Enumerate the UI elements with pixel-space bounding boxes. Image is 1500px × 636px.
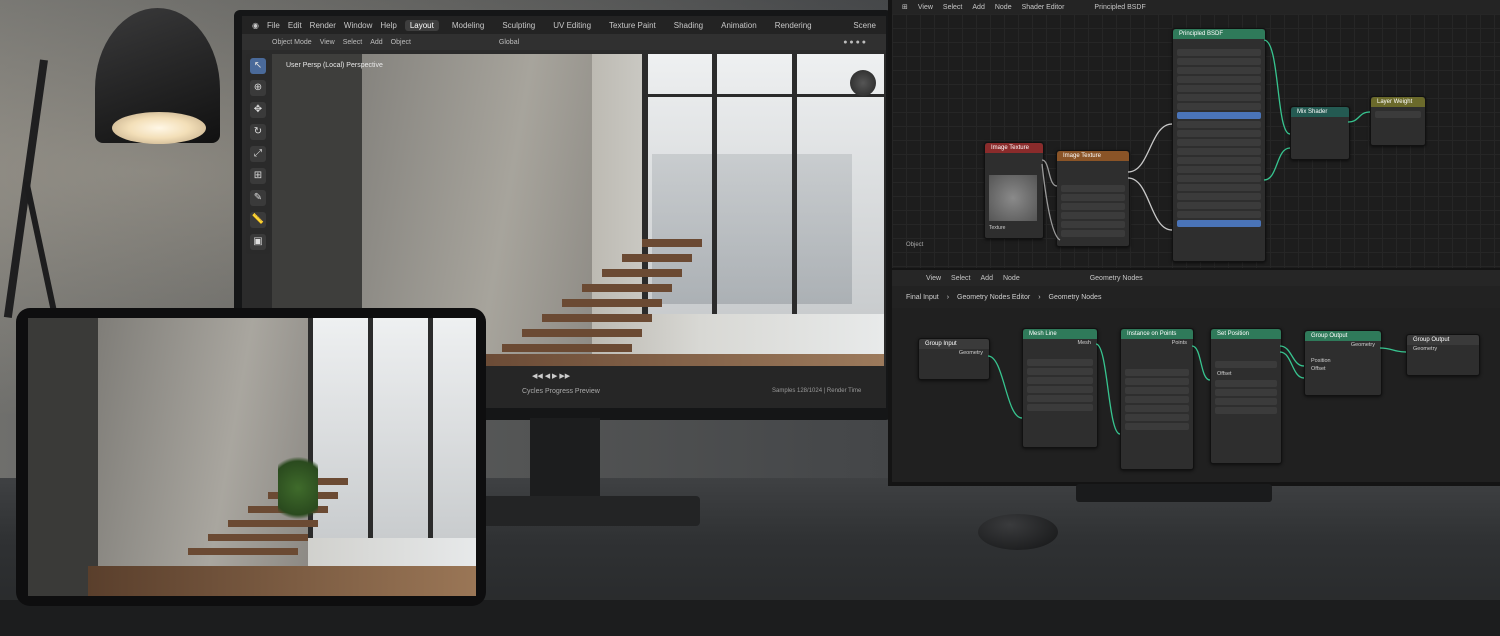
- node-link: [1191, 345, 1211, 381]
- computer-mouse: [978, 514, 1058, 550]
- node-link: [1127, 177, 1173, 231]
- node-link: [1263, 39, 1291, 135]
- node-link: [987, 355, 1023, 419]
- node-links: [987, 39, 1407, 435]
- node-link: [1379, 347, 1407, 353]
- node-link: [1095, 343, 1121, 435]
- node-link: [1041, 163, 1061, 241]
- node-link: [1263, 147, 1291, 181]
- node-link: [1127, 123, 1173, 173]
- node-link: [1347, 111, 1371, 123]
- node-link: [1279, 345, 1305, 367]
